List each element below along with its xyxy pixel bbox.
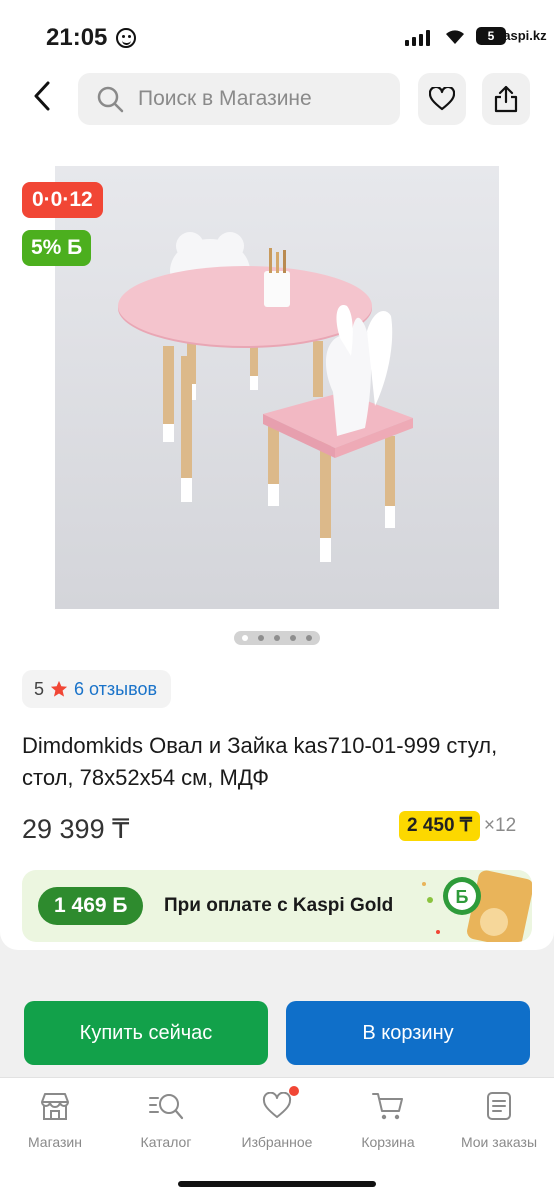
tab-cart[interactable]: Корзина: [338, 1090, 438, 1150]
kaspi-gold-text: При оплате с Kaspi Gold: [164, 895, 394, 916]
installment-price[interactable]: 2 450 ₸ ×12: [399, 811, 516, 841]
share-icon: [494, 85, 518, 113]
installment-amount: 2 450 ₸: [399, 811, 480, 841]
tab-orders[interactable]: Мои заказы: [449, 1090, 549, 1150]
signal-icon: [405, 30, 430, 46]
page-dot[interactable]: [242, 635, 248, 641]
tab-favorites[interactable]: Избранное: [227, 1086, 327, 1150]
tab-shop[interactable]: Магазин: [5, 1090, 105, 1150]
tab-label: Избранное: [241, 1134, 313, 1150]
page-dot[interactable]: [258, 635, 264, 641]
shop-icon: [41, 1093, 69, 1120]
smiley-icon: [116, 28, 136, 48]
star-icon: [50, 680, 68, 697]
heart-icon: [262, 1092, 292, 1118]
page-dot[interactable]: [306, 635, 312, 641]
installment-badge: 0·0·12: [22, 182, 103, 218]
share-button[interactable]: [482, 73, 530, 125]
search-icon: [97, 86, 124, 113]
heart-icon: [429, 87, 455, 111]
tab-catalog[interactable]: Каталог: [116, 1090, 216, 1150]
bonus-pill: 1 469 Б: [38, 887, 144, 925]
tab-label: Магазин: [27, 1134, 82, 1150]
add-to-cart-button[interactable]: В корзину: [286, 1001, 530, 1065]
chevron-left-icon: [34, 81, 50, 111]
catalog-search-icon: [149, 1094, 184, 1120]
orders-icon: [487, 1092, 511, 1120]
status-time: 21:05: [46, 24, 108, 51]
tab-label: Каталог: [140, 1134, 192, 1150]
wifi-icon: [446, 30, 464, 44]
carrier-label: kaspi.kz: [496, 28, 547, 43]
back-button[interactable]: [22, 76, 62, 116]
product-image[interactable]: [55, 166, 499, 609]
favorite-button[interactable]: [418, 73, 466, 125]
rating-chip[interactable]: 5 6 отзывов: [22, 670, 172, 708]
buy-now-button[interactable]: Купить сейчас: [24, 1001, 268, 1065]
tab-label: Корзина: [361, 1134, 415, 1150]
notification-dot: [289, 1086, 299, 1096]
kaspi-gold-card-icon: Б: [422, 870, 532, 942]
status-bar: 21:05 5 kaspi.kz: [0, 0, 554, 70]
rating-value: 5: [34, 678, 45, 699]
page-dot[interactable]: [290, 635, 296, 641]
battery-level: 5: [487, 29, 495, 43]
home-indicator[interactable]: [178, 1181, 376, 1187]
cart-icon: [372, 1093, 403, 1120]
bonus-badge: 5% Б: [22, 230, 92, 266]
gallery-pagination[interactable]: [234, 631, 320, 645]
search-bar[interactable]: [78, 73, 400, 125]
kaspi-gold-banner[interactable]: 1 469 Б При оплате с Kaspi Gold Б: [22, 870, 532, 942]
page-dot[interactable]: [274, 635, 280, 641]
product-price: 29 399 ₸: [22, 814, 130, 844]
svg-text:Б: Б: [456, 887, 469, 907]
tab-label: Мои заказы: [460, 1134, 538, 1150]
reviews-link[interactable]: 6 отзывов: [74, 679, 157, 700]
installment-multiplier: ×12: [483, 815, 517, 836]
search-input[interactable]: [138, 87, 378, 111]
product-title: Dimdomkids Овал и Зайка kas710-01-999 ст…: [22, 733, 498, 790]
